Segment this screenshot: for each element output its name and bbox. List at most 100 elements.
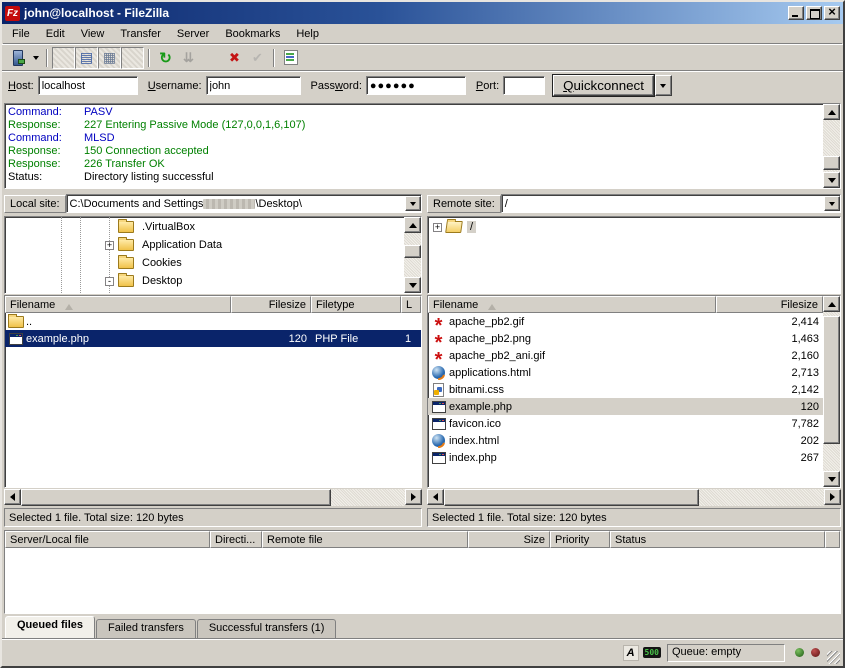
file-row[interactable]: example.php120PHP File1 bbox=[5, 330, 421, 347]
local-tree-item[interactable]: .VirtualBox bbox=[5, 218, 404, 236]
scrollbar-thumb[interactable] bbox=[823, 316, 840, 444]
column-header-last-modified[interactable]: L bbox=[401, 296, 421, 313]
local-path-dropdown-button[interactable] bbox=[405, 196, 421, 211]
local-tree-item[interactable]: Cookies bbox=[5, 254, 404, 272]
expander-minus-icon[interactable]: - bbox=[105, 277, 114, 286]
scrollbar-thumb[interactable] bbox=[404, 245, 421, 258]
refresh-button[interactable] bbox=[154, 47, 177, 69]
quickconnect-dropdown-button[interactable] bbox=[655, 75, 672, 96]
file-row[interactable]: index.html202 bbox=[428, 432, 823, 449]
scroll-up-button[interactable] bbox=[823, 104, 840, 120]
expander-plus-icon[interactable]: + bbox=[105, 241, 114, 250]
queue-column-remote-file[interactable]: Remote file bbox=[262, 531, 468, 548]
remote-path-combobox[interactable]: / bbox=[501, 194, 841, 213]
cancel-operation-button[interactable] bbox=[200, 47, 223, 69]
quickconnect-button[interactable]: Quickconnect bbox=[553, 75, 654, 96]
scroll-right-button[interactable] bbox=[824, 489, 841, 505]
scroll-up-button[interactable] bbox=[404, 217, 421, 233]
menu-item-server[interactable]: Server bbox=[169, 26, 217, 42]
process-queue-button[interactable] bbox=[177, 47, 200, 69]
file-row[interactable]: .. bbox=[5, 313, 421, 330]
file-row[interactable]: index.php267 bbox=[428, 449, 823, 466]
file-row[interactable]: *apache_pb2.png1,463 bbox=[428, 330, 823, 347]
menu-item-view[interactable]: View bbox=[73, 26, 113, 42]
menu-item-transfer[interactable]: Transfer bbox=[112, 26, 169, 42]
file-row[interactable]: *apache_pb2_ani.gif2,160 bbox=[428, 347, 823, 364]
scroll-down-button[interactable] bbox=[823, 172, 840, 188]
file-row[interactable]: favicon.ico7,782 bbox=[428, 415, 823, 432]
queue-header: Server/Local fileDirecti...Remote fileSi… bbox=[5, 531, 840, 548]
scrollbar-thumb[interactable] bbox=[823, 156, 840, 170]
expander-plus-icon[interactable]: + bbox=[433, 223, 442, 232]
toggle-local-tree-button[interactable] bbox=[75, 47, 98, 69]
queue-column-directi---[interactable]: Directi... bbox=[210, 531, 262, 548]
menu-item-help[interactable]: Help bbox=[288, 26, 327, 42]
host-input[interactable] bbox=[38, 76, 138, 95]
local-tree-scrollbar[interactable] bbox=[404, 217, 421, 293]
column-header-filesize[interactable]: Filesize bbox=[716, 296, 823, 313]
remote-tree-root-label[interactable]: / bbox=[467, 221, 476, 233]
find-files-button[interactable] bbox=[348, 47, 371, 69]
resize-grip[interactable] bbox=[827, 651, 840, 664]
queue-column-status[interactable]: Status bbox=[610, 531, 825, 548]
menu-item-file[interactable]: File bbox=[4, 26, 38, 42]
remote-list-scrollbar[interactable] bbox=[823, 296, 840, 487]
remote-tree-root-row[interactable]: + / bbox=[428, 218, 840, 236]
disconnect-button[interactable] bbox=[223, 47, 246, 69]
queue-column-priority[interactable]: Priority bbox=[550, 531, 610, 548]
filter-button[interactable] bbox=[279, 47, 302, 69]
file-size-cell: 120 bbox=[231, 333, 311, 345]
log-scrollbar[interactable] bbox=[823, 104, 840, 188]
tab-failed-transfers[interactable]: Failed transfers bbox=[96, 619, 196, 638]
local-hscrollbar[interactable] bbox=[4, 489, 422, 506]
synchronized-browsing-button[interactable] bbox=[325, 47, 348, 69]
data-type-ascii-icon[interactable]: A bbox=[623, 645, 639, 661]
maximize-button[interactable] bbox=[806, 6, 822, 20]
queue-column-server-local-file[interactable]: Server/Local file bbox=[5, 531, 210, 548]
folder-icon bbox=[118, 275, 134, 287]
remote-hscrollbar[interactable] bbox=[427, 489, 841, 506]
html-file-icon bbox=[430, 433, 447, 448]
column-header-filetype[interactable]: Filetype bbox=[311, 296, 401, 313]
scrollbar-thumb[interactable] bbox=[444, 489, 699, 506]
username-input[interactable] bbox=[206, 76, 301, 95]
toggle-log-view-button[interactable] bbox=[52, 47, 75, 69]
port-input[interactable] bbox=[503, 76, 545, 95]
scroll-right-button[interactable] bbox=[405, 489, 422, 505]
file-row[interactable]: example.php120 bbox=[428, 398, 823, 415]
scroll-down-button[interactable] bbox=[823, 471, 840, 487]
scroll-up-button[interactable] bbox=[823, 296, 840, 312]
scrollbar-track[interactable] bbox=[21, 489, 405, 506]
remote-path-dropdown-button[interactable] bbox=[824, 196, 840, 211]
password-input[interactable] bbox=[366, 76, 466, 95]
column-header-filename[interactable]: Filename bbox=[5, 296, 231, 313]
toggle-queue-view-button[interactable] bbox=[121, 47, 144, 69]
file-row[interactable]: *apache_pb2.gif2,414 bbox=[428, 313, 823, 330]
close-button[interactable] bbox=[824, 6, 840, 20]
scroll-left-button[interactable] bbox=[4, 489, 21, 505]
file-row[interactable]: applications.html2,713 bbox=[428, 364, 823, 381]
menu-item-bookmarks[interactable]: Bookmarks bbox=[217, 26, 288, 42]
column-header-filename[interactable]: Filename bbox=[428, 296, 716, 313]
local-tree-item[interactable]: -Desktop bbox=[5, 272, 404, 290]
queue-column-size[interactable]: Size bbox=[468, 531, 550, 548]
scrollbar-track[interactable] bbox=[444, 489, 824, 506]
speed-limit-icon[interactable]: 500 bbox=[643, 647, 661, 658]
local-tree-item[interactable]: +Application Data bbox=[5, 236, 404, 254]
scrollbar-thumb[interactable] bbox=[21, 489, 331, 506]
site-manager-dropdown-button[interactable] bbox=[29, 47, 42, 69]
directory-comparison-button[interactable] bbox=[302, 47, 325, 69]
minimize-button[interactable] bbox=[788, 6, 804, 20]
reconnect-button[interactable] bbox=[246, 47, 269, 69]
file-row[interactable]: bitnami.css2,142 bbox=[428, 381, 823, 398]
site-manager-button[interactable] bbox=[6, 47, 29, 69]
tab-queued-files[interactable]: Queued files bbox=[5, 616, 95, 638]
toggle-remote-tree-button[interactable] bbox=[98, 47, 121, 69]
column-header-filesize[interactable]: Filesize bbox=[231, 296, 311, 313]
local-path-combobox[interactable]: C:\Documents and Settings\Desktop\ bbox=[66, 194, 422, 213]
tab-successful-transfers--1-[interactable]: Successful transfers (1) bbox=[197, 619, 337, 638]
scroll-left-button[interactable] bbox=[427, 489, 444, 505]
scroll-down-button[interactable] bbox=[404, 277, 421, 293]
queue-body[interactable] bbox=[5, 548, 840, 613]
menu-item-edit[interactable]: Edit bbox=[38, 26, 73, 42]
